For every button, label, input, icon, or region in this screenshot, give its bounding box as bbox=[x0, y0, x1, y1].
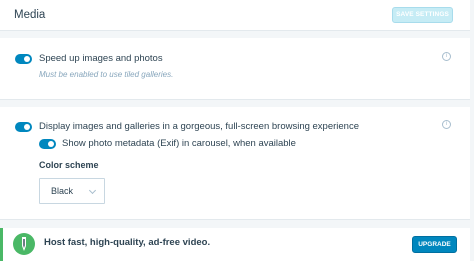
color-scheme-value: Black bbox=[51, 186, 74, 196]
tiled-galleries-note: Must be enabled to use tiled galleries. bbox=[39, 70, 174, 79]
info-icon[interactable]: i bbox=[442, 52, 451, 61]
exif-label: Show photo metadata (Exif) in carousel, … bbox=[62, 138, 296, 149]
section-title: Media bbox=[14, 9, 46, 21]
section-header: Media SAVE SETTINGS bbox=[0, 0, 470, 31]
speed-up-images-label: Speed up images and photos bbox=[39, 53, 163, 64]
save-settings-button[interactable]: SAVE SETTINGS bbox=[392, 7, 453, 23]
media-settings-page: Media SAVE SETTINGS Speed up images and … bbox=[0, 0, 474, 261]
color-scheme-select[interactable]: Black bbox=[39, 178, 105, 204]
jetpack-icon bbox=[13, 233, 35, 255]
exif-toggle[interactable] bbox=[39, 139, 56, 149]
upgrade-banner: Host fast, high-quality, ad-free video. … bbox=[0, 228, 470, 261]
carousel-label: Display images and galleries in a gorgeo… bbox=[39, 121, 360, 132]
banner-text: Host fast, high-quality, ad-free video. bbox=[44, 237, 211, 248]
tiled-galleries-card: Speed up images and photos Must be enabl… bbox=[0, 38, 470, 100]
carousel-card: Display images and galleries in a gorgeo… bbox=[0, 107, 470, 220]
carousel-toggle[interactable] bbox=[15, 122, 32, 132]
color-scheme-heading: Color scheme bbox=[39, 160, 99, 170]
chevron-down-icon bbox=[88, 186, 97, 195]
speed-up-images-toggle[interactable] bbox=[15, 54, 32, 64]
upgrade-button[interactable]: UPGRADE bbox=[412, 236, 457, 253]
info-icon[interactable]: i bbox=[442, 120, 451, 129]
